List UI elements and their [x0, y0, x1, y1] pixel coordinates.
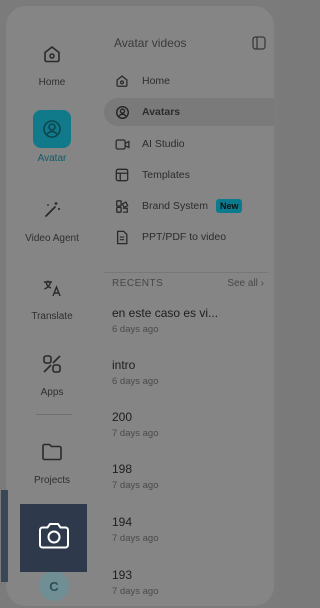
templates-icon	[114, 167, 130, 183]
rail-label-home: Home	[38, 77, 66, 88]
document-icon	[114, 229, 130, 245]
folder-icon	[38, 438, 66, 466]
app-window: Home Avatar Video Agent Translate Apps P…	[0, 0, 279, 608]
nav-label: Brand System	[142, 200, 208, 212]
rail-label-projects: Projects	[33, 475, 71, 486]
recent-title: 200	[112, 410, 133, 424]
nav-item-avatars[interactable]: Avatars	[104, 98, 274, 126]
nav-item-brand-system[interactable]: Brand System New	[104, 192, 274, 220]
magic-wand-icon	[38, 196, 66, 224]
nav-label: Templates	[142, 169, 190, 181]
video-camera-icon	[114, 136, 130, 152]
recent-item[interactable]: en este caso es vi... 6 days ago	[112, 306, 270, 335]
home-icon	[38, 40, 66, 68]
nav-label: AI Studio	[142, 138, 185, 150]
recent-item[interactable]: 200 7 days ago	[112, 410, 270, 439]
screenshot-tool-edge	[1, 490, 8, 582]
nav-label: PPT/PDF to video	[142, 231, 227, 243]
recent-time: 7 days ago	[112, 533, 159, 544]
section-title: Avatar videos	[114, 36, 187, 50]
recents-divider	[104, 272, 268, 273]
rail-item-video-agent[interactable]: Video Agent	[6, 196, 98, 244]
recent-item[interactable]: 194 7 days ago	[112, 515, 270, 544]
apps-icon	[38, 350, 66, 378]
section-nav: Avatar videos Home Avatars AI Studio Tem…	[98, 6, 274, 606]
user-avatar[interactable]: C	[39, 571, 69, 601]
see-all-link[interactable]: See all ›	[227, 278, 264, 289]
recent-item[interactable]: intro 6 days ago	[112, 358, 270, 387]
rail-item-home[interactable]: Home	[6, 40, 98, 88]
recent-item[interactable]: 193 7 days ago	[112, 568, 270, 597]
recent-time: 6 days ago	[112, 324, 159, 335]
rail-label-video-agent: Video Agent	[25, 233, 79, 244]
recent-item[interactable]: 198 7 days ago	[112, 462, 270, 491]
screenshot-camera-button[interactable]	[20, 504, 87, 572]
rail-item-projects[interactable]: Projects	[6, 438, 98, 486]
new-badge: New	[215, 199, 243, 213]
rail-divider	[36, 414, 72, 415]
camera-icon	[37, 522, 71, 555]
recent-time: 7 days ago	[112, 428, 159, 439]
rail-item-avatar[interactable]: Avatar	[6, 110, 98, 164]
recent-title: intro	[112, 358, 136, 372]
recent-time: 7 days ago	[112, 586, 159, 597]
nav-label: Home	[142, 75, 171, 87]
nav-label: Avatars	[142, 106, 181, 118]
rail-label-translate: Translate	[31, 311, 73, 322]
nav-item-templates[interactable]: Templates	[104, 161, 274, 189]
nav-item-ppt-pdf[interactable]: PPT/PDF to video	[104, 223, 274, 251]
rail-label-avatar: Avatar	[37, 153, 67, 164]
recent-time: 7 days ago	[112, 480, 159, 491]
nav-item-ai-studio[interactable]: AI Studio	[104, 130, 274, 158]
recent-title: 193	[112, 568, 133, 582]
recent-time: 6 days ago	[112, 376, 159, 387]
avatar-icon	[33, 110, 71, 148]
rail-label-apps: Apps	[40, 387, 64, 398]
recent-title: 194	[112, 515, 133, 529]
nav-item-home[interactable]: Home	[104, 67, 274, 95]
home-icon	[114, 73, 130, 89]
avatar-circle-icon	[114, 104, 130, 120]
translate-icon	[38, 274, 66, 302]
collapse-sidebar-icon[interactable]	[252, 36, 266, 50]
recent-title: 198	[112, 462, 133, 476]
rail-item-translate[interactable]: Translate	[6, 274, 98, 322]
rail-item-apps[interactable]: Apps	[6, 350, 98, 398]
recents-heading: RECENTS	[112, 278, 164, 289]
brand-icon	[114, 198, 130, 214]
recent-title: en este caso es vi...	[112, 306, 219, 320]
